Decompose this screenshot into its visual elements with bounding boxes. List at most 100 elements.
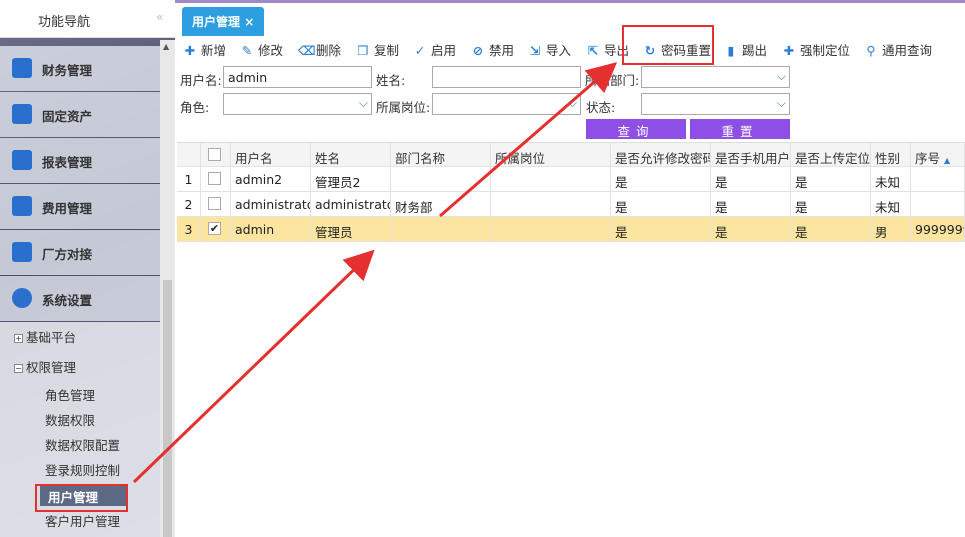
department-select[interactable]: ⌵ [641,66,790,88]
reset-button[interactable]: 重置 [690,119,790,139]
cell-seq: 9999999 [911,217,965,241]
row-checkbox[interactable] [208,197,221,210]
button-label: 修改 [258,43,284,58]
button-label: 禁用 [489,43,515,58]
disable-button[interactable]: ⊘ 禁用 [471,40,514,60]
nav-section-fixed-assets[interactable]: 固定资产 [0,92,160,137]
ledger-icon [12,58,32,78]
cell-username: admin2 [231,167,311,191]
username-input[interactable] [223,66,372,88]
tab-bar: 用户管理 × [175,0,965,36]
column-header[interactable]: 用户名 [231,143,311,167]
nav-section-label: 厂方对接 [42,247,93,262]
import-button[interactable]: ⇲ 导入 [528,40,571,60]
sidebar-title: 功能导航 [38,15,91,30]
row-checkbox[interactable] [208,172,221,185]
nav-section-finance[interactable]: 财务管理 [0,46,160,91]
cell-name: 管理员 [311,217,391,241]
table-row[interactable]: 1 admin2 管理员2 是 是 是 未知 [177,167,965,192]
edit-button[interactable]: ✎ 修改 [240,40,283,60]
general-query-button[interactable]: ⚲ 通用查询 [864,40,932,60]
copy-button[interactable]: ❐ 复制 [356,40,399,60]
tree-node-permissions[interactable]: − 权限管理 [14,357,76,376]
locate-icon: ✚ [783,43,795,58]
tab-user-management[interactable]: 用户管理 × [182,7,265,36]
select-all-cell [201,143,231,167]
query-button[interactable]: 查询 [586,119,686,139]
cell-upload-location: 是 [791,217,871,241]
button-label: 踢出 [742,43,768,58]
select-all-checkbox[interactable] [208,148,221,161]
add-button[interactable]: ✚ 新增 [183,40,226,60]
column-header[interactable]: 性别 [871,143,911,167]
sort-asc-icon: ▲ [944,156,951,165]
enable-button[interactable]: ✓ 启用 [413,40,456,60]
annotation-box-password-reset [622,25,714,65]
name-label: 姓名: [376,73,406,88]
chevron-down-icon: ⌵ [776,69,786,83]
annotation-box-user-management [35,484,128,512]
main-panel: 用户管理 × ✚ 新增 ✎ 修改 ⌫删除 ❐ 复制 ✓ 启用 ⊘ 禁用 ⇲ 导入 ⇱ 导出 ↻… [175,0,965,537]
cell-allow-password-change: 是 [611,167,711,191]
cell-gender: 未知 [871,167,911,191]
close-icon[interactable]: × [244,15,254,29]
asset-icon [12,104,32,124]
chart-icon: ▮ [727,43,735,58]
row-checkbox-cell: ✔ [201,217,231,241]
kick-out-button[interactable]: ▮ 踢出 [724,40,767,60]
nav-section-reports[interactable]: 报表管理 [0,138,160,183]
row-checkbox-checked[interactable]: ✔ [208,222,221,235]
scroll-up-icon[interactable]: ▲ [163,42,169,51]
department-label: 所属部门: [585,73,640,88]
column-header[interactable]: 部门名称 [391,143,491,167]
expand-icon[interactable]: + [14,334,23,343]
cell-username: admin [231,217,311,241]
expense-icon [12,196,32,216]
gear-icon [12,288,32,308]
column-header-seq[interactable]: 序号 ▲ [911,143,965,167]
cell-gender: 未知 [871,192,911,216]
menu-login-rules[interactable]: 登录规则控制 [45,460,120,479]
tree-node-base-platform[interactable]: + 基础平台 [14,327,76,346]
table-row-selected[interactable]: 3 ✔ admin 管理员 是 是 是 男 9999999 [177,217,965,242]
menu-data-permission-config[interactable]: 数据权限配置 [45,435,120,454]
scrollbar-thumb[interactable] [163,280,172,537]
post-select[interactable]: ⌵ [432,93,581,115]
sidebar-scrollbar[interactable]: ▲ [160,40,175,537]
force-locate-button[interactable]: ✚ 强制定位 [782,40,850,60]
nav-section-label: 系统设置 [42,293,93,308]
button-label: 启用 [431,43,457,58]
role-select[interactable]: ⌵ [223,93,372,115]
status-select[interactable]: ⌵ [641,93,790,115]
sidebar: 功能导航 « 财务管理 固定资产 报表管理 费用管理 厂方对接 系统设置 + 基… [0,0,175,537]
name-input[interactable] [432,66,581,88]
nav-section-factory[interactable]: 厂方对接 [0,230,160,275]
delete-button[interactable]: ⌫删除 [298,40,341,60]
row-number: 1 [177,167,201,191]
tab-label: 用户管理 [192,15,241,29]
trash-icon: ⌫ [298,43,316,58]
column-header[interactable]: 是否上传定位 [791,143,871,167]
status-label: 状态: [586,100,616,115]
column-header[interactable]: 姓名 [311,143,391,167]
cell-mobile-user: 是 [711,167,791,191]
nav-section-label: 费用管理 [42,201,93,216]
row-number-header [177,143,201,167]
menu-role-management[interactable]: 角色管理 [45,385,95,404]
collapse-node-icon[interactable]: − [14,364,23,373]
menu-customer-user-management[interactable]: 客户用户管理 [45,511,120,530]
column-header[interactable]: 所属岗位 [491,143,611,167]
column-header[interactable]: 是否手机用户 [711,143,791,167]
cell-username: administrator [231,192,311,216]
grid-header-row: 用户名 姓名 部门名称 所属岗位 是否允许修改密码 是否手机用户 是否上传定位 … [177,142,965,167]
collapse-icon[interactable]: « [156,10,163,24]
table-row[interactable]: 2 administrator administrator 财务部 是 是 是 … [177,192,965,217]
nav-section-expenses[interactable]: 费用管理 [0,184,160,229]
sidebar-header: 功能导航 « [0,0,175,38]
cell-post [491,167,611,191]
menu-data-permission[interactable]: 数据权限 [45,410,95,429]
column-header[interactable]: 是否允许修改密码 [611,143,711,167]
row-number: 3 [177,217,201,241]
row-checkbox-cell [201,192,231,216]
nav-section-settings[interactable]: 系统设置 [0,276,160,321]
